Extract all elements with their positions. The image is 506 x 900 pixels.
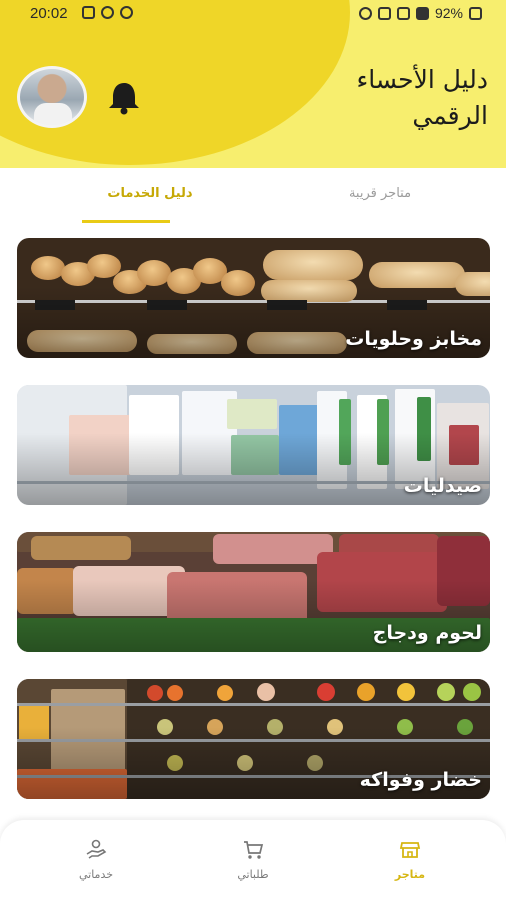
battery-percent: 92% [434, 5, 463, 21]
whatsapp-icon [101, 6, 114, 19]
category-card-meat-chicken[interactable]: لحوم ودجاج [17, 532, 490, 652]
status-time: 20:02 [30, 5, 68, 22]
store-icon [399, 842, 421, 858]
battery-icon [469, 6, 482, 20]
bell-icon[interactable] [104, 80, 144, 116]
category-card-vegetables-fruits[interactable]: خضار وفواكه [17, 679, 490, 799]
snapchat-icon [120, 6, 133, 19]
category-label: خضار وفواكه [359, 769, 482, 791]
tab-nearby-stores[interactable]: متاجر قريبة [300, 172, 460, 224]
app-title: دليل الأحساء الرقمي [356, 65, 488, 130]
category-label: صيدليات [403, 475, 482, 497]
gallery-icon [82, 6, 95, 19]
tab-services-guide[interactable]: دليل الخدمات [70, 172, 230, 224]
bottom-navigation: خدماتي طلباتي متاجر [0, 820, 506, 900]
mute-icon [377, 6, 391, 20]
signal-icon [415, 6, 429, 20]
nav-label-stores: متاجر [394, 868, 426, 881]
nav-label-services: خدماتي [78, 868, 114, 881]
nav-my-orders[interactable]: طلباتي [213, 838, 293, 881]
status-bar: 20:02 92% [0, 0, 506, 28]
data-icon [396, 6, 410, 20]
nav-stores[interactable]: متاجر [370, 838, 450, 881]
avatar[interactable] [17, 66, 87, 128]
category-label: لحوم ودجاج [372, 622, 482, 644]
nav-my-services[interactable]: خدماتي [56, 838, 136, 881]
hand-services-icon [86, 839, 107, 859]
alarm-icon [358, 6, 372, 20]
category-card-bakeries[interactable]: مخابز وحلويات [17, 238, 490, 358]
tab-bar: دليل الخدمات متاجر قريبة [0, 172, 506, 224]
category-card-pharmacies[interactable]: صيدليات [17, 385, 490, 505]
cart-icon [244, 841, 264, 859]
active-tab-indicator [82, 220, 170, 223]
category-label: مخابز وحلويات [345, 328, 482, 350]
nav-label-orders: طلباتي [237, 868, 269, 881]
status-system-icons: 92% [358, 5, 482, 21]
status-notification-icons [82, 6, 133, 19]
